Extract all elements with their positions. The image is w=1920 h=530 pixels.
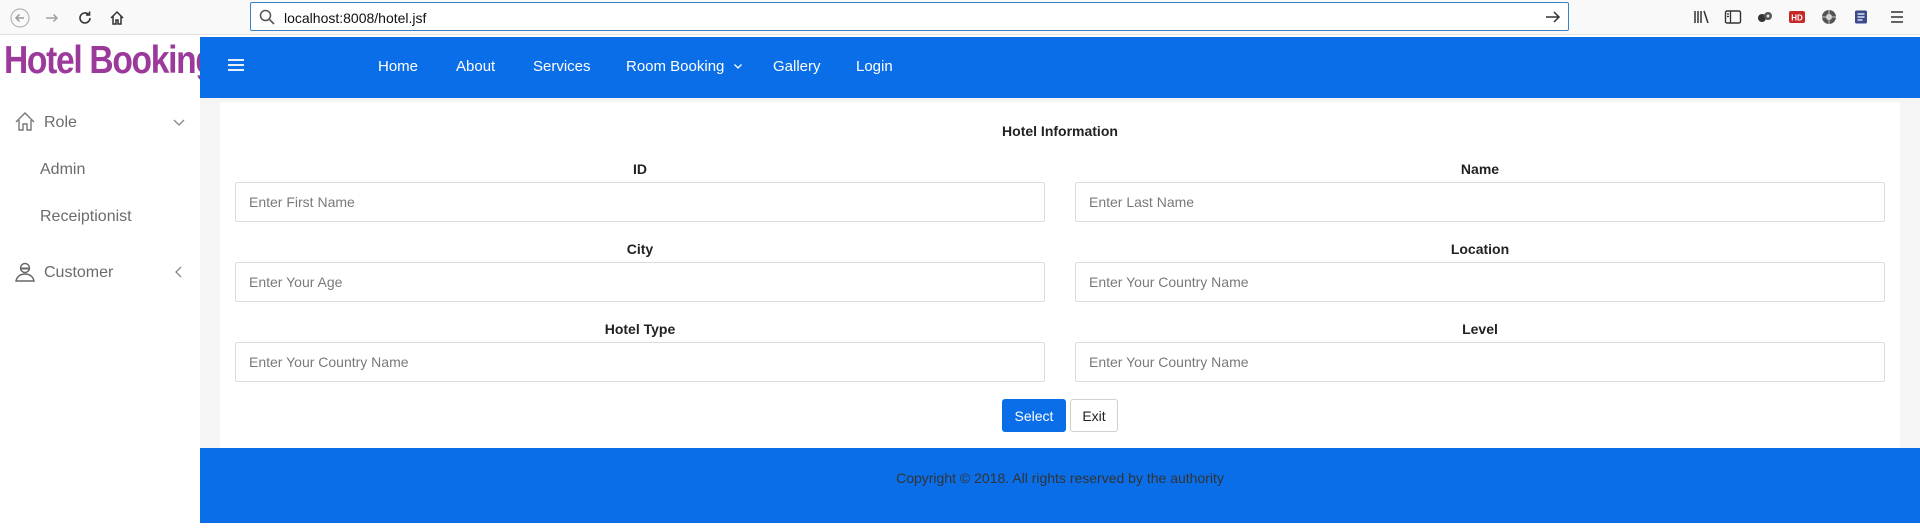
footer: Copyright © 2018. All rights reserved by… <box>200 448 1920 523</box>
nav-room-booking[interactable]: Room Booking <box>626 58 743 75</box>
hd-extension-icon[interactable]: HD <box>1788 8 1806 26</box>
sidebar: Hotel Booking Role Admin Receiptionist C… <box>0 35 216 530</box>
chevron-down-icon <box>733 64 742 69</box>
sidebar-item-customer[interactable]: Customer <box>0 255 200 291</box>
hamburger-menu-icon[interactable] <box>228 59 244 73</box>
home-icon <box>13 110 37 134</box>
city-label: City <box>626 241 654 257</box>
name-label: Name <box>1460 161 1500 177</box>
browser-toolbar: localhost:8008/hotel.jsf HD <box>0 0 1920 35</box>
search-icon <box>259 9 275 30</box>
address-bar[interactable]: localhost:8008/hotel.jsf <box>250 2 1569 31</box>
id-label: ID <box>633 161 647 177</box>
select-button[interactable]: Select <box>1002 399 1066 432</box>
exit-button[interactable]: Exit <box>1070 399 1118 432</box>
sidebar-item-label: Customer <box>44 264 114 281</box>
chevron-left-icon <box>172 265 186 284</box>
extension-glasses-icon[interactable] <box>1756 8 1774 26</box>
nav-room-booking-label: Room Booking <box>626 58 725 75</box>
nav-gallery[interactable]: Gallery <box>773 58 821 75</box>
hotel-type-label: Hotel Type <box>604 321 676 337</box>
hotel-form: Hotel Information ID Name City Location … <box>220 102 1900 448</box>
form-title: Hotel Information <box>1002 123 1118 139</box>
name-input[interactable] <box>1075 182 1885 222</box>
chevron-down-icon <box>172 115 186 134</box>
library-icon[interactable] <box>1693 8 1711 26</box>
forward-icon[interactable] <box>38 4 66 32</box>
globe-extension-icon[interactable] <box>1820 8 1838 26</box>
back-icon[interactable] <box>6 4 34 32</box>
sidebar-item-receiptionist[interactable]: Receiptionist <box>40 208 132 226</box>
hotel-type-input[interactable] <box>235 342 1045 382</box>
city-input[interactable] <box>235 262 1045 302</box>
nav-home[interactable]: Home <box>378 58 418 75</box>
sidebar-item-admin[interactable]: Admin <box>40 161 85 179</box>
main-content: Hotel Information ID Name City Location … <box>200 98 1920 448</box>
sidebar-item-role[interactable]: Role <box>0 105 200 141</box>
sidebar-toggle-icon[interactable] <box>1724 8 1742 26</box>
reload-icon[interactable] <box>71 4 99 32</box>
menu-icon[interactable] <box>1888 8 1906 26</box>
brand-logo[interactable]: Hotel Booking <box>4 39 216 83</box>
notes-extension-icon[interactable] <box>1852 8 1870 26</box>
level-label: Level <box>1462 321 1498 337</box>
customer-icon <box>13 260 37 284</box>
location-label: Location <box>1450 241 1510 257</box>
location-input[interactable] <box>1075 262 1885 302</box>
id-input[interactable] <box>235 182 1045 222</box>
home-icon[interactable] <box>103 4 131 32</box>
nav-about[interactable]: About <box>456 58 495 75</box>
sidebar-item-label: Role <box>44 114 77 131</box>
top-navbar: Home About Services Room Booking Gallery… <box>200 37 1920 98</box>
nav-services[interactable]: Services <box>533 58 591 75</box>
url-text[interactable]: localhost:8008/hotel.jsf <box>284 10 426 26</box>
nav-login[interactable]: Login <box>856 58 893 75</box>
svg-text:HD: HD <box>1791 14 1803 23</box>
go-arrow-icon[interactable] <box>1544 8 1562 31</box>
level-input[interactable] <box>1075 342 1885 382</box>
copyright-text: Copyright © 2018. All rights reserved by… <box>896 470 1224 486</box>
